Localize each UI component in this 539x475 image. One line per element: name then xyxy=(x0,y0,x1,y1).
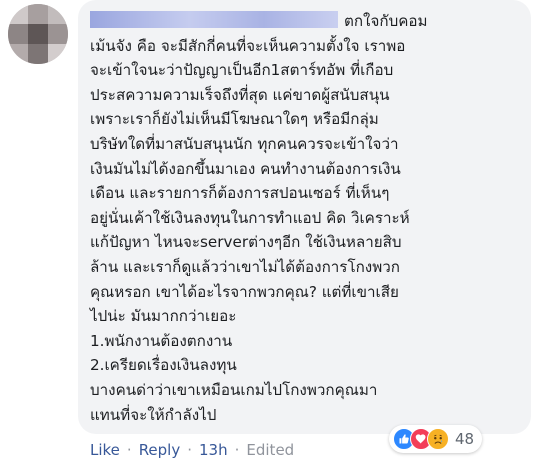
edited-label[interactable]: Edited xyxy=(246,441,294,459)
reaction-count: 48 xyxy=(455,430,475,448)
avatar[interactable] xyxy=(8,4,68,64)
comment-line: เม้นจัง คือ จะมีสักกี่คนที่จะเห็นความตั้… xyxy=(90,36,406,55)
comment-bubble: ตกใจกับคอม เม้นจัง คือ จะมีสักกี่คนที่จะ… xyxy=(78,0,531,434)
separator: · xyxy=(126,441,132,459)
comment-text: ตกใจกับคอม เม้นจัง คือ จะมีสักกี่คนที่จะ… xyxy=(90,9,521,427)
separator: · xyxy=(234,441,240,459)
comment-line: แทนที่จะให้กำลังไป xyxy=(90,405,217,424)
comment-actions: Like · Reply · 13h · Edited xyxy=(90,441,294,459)
comment-line: ไปน่ะ มันมากกว่าเยอะ xyxy=(90,307,237,326)
comment-line: บางคนด่าว่าเขาเหมือนเกมไปโกงพวกคุณมา xyxy=(90,380,378,399)
like-button[interactable]: Like xyxy=(90,441,120,459)
comment-line: จะเข้าใจนะว่าปัญญาเป็นอีก1สตาร์ทอัพ ที่เ… xyxy=(90,61,394,80)
comment-line: ประสความความเร็จถึงที่สุด แค่ขาดผู้สนับส… xyxy=(90,85,390,104)
comment-line: 1.พนักงานต้องตกงาน xyxy=(90,331,233,350)
timestamp-link[interactable]: 13h xyxy=(199,441,228,459)
reply-button[interactable]: Reply xyxy=(139,441,181,459)
comment-line: เพราะเราก็ยังไม่เห็นมีโฆษณาใดๆ หรือมีกลุ… xyxy=(90,110,379,129)
comment-line: ตกใจกับคอม xyxy=(344,12,428,30)
reaction-summary[interactable]: 48 xyxy=(389,425,483,453)
comment-line: เงินมันไม่ได้งอกขึ้นมาเอง คนทำงานต้องการ… xyxy=(90,159,401,178)
separator: · xyxy=(187,441,193,459)
comment-line: แก้ปัญหา ไหนจะserverต่างๆอีก ใช้เงินหลาย… xyxy=(90,233,402,252)
commenter-name-redacted[interactable] xyxy=(90,11,338,28)
comment-line: เดือน และรายการก็ต้องการสปอนเซอร์ ที่เห็… xyxy=(90,184,390,203)
comment-line: คุณหรอก เขาได้อะไรจากพวกคุณ? แต่ที่เขาเส… xyxy=(90,282,399,301)
comment-line: 2.เครียดเรื่องเงินลงทุน xyxy=(90,356,237,375)
comment-line: อยู่นั่นเค้าใช้เงินลงทุนในการทำแอป คิด ว… xyxy=(90,208,410,227)
sad-icon xyxy=(427,428,449,450)
comment-line: บริษัทใดที่มาสนับสนุนนัก ทุกคนควรจะเข้าใ… xyxy=(90,134,399,153)
comment-line: ล้าน และเราก็ดูแล้วว่าเขาไม่ได้ต้องการโก… xyxy=(90,257,400,276)
